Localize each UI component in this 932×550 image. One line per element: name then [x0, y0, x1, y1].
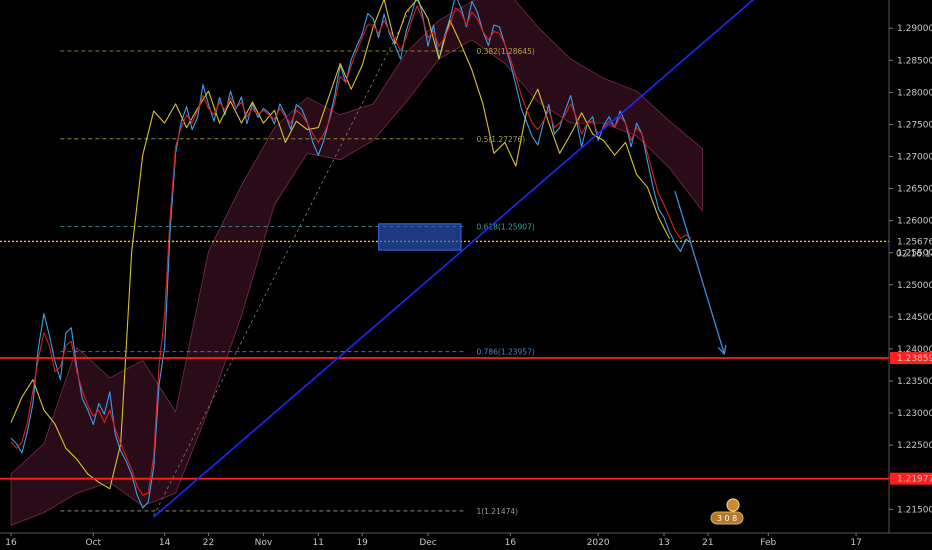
y-tick-label: 1.25000 [897, 281, 932, 291]
y-tick-label: 1.26500 [897, 185, 932, 195]
bitcoin-coins-icon [726, 498, 740, 512]
y-tick-label: 1.21500 [897, 505, 932, 515]
chart: 0.382(1.28645)0.5(1.27276)0.618(1.25907)… [0, 0, 932, 550]
current-price-label: 1.25676 [897, 237, 932, 247]
fib-level-label: 0.786(1.23957) [476, 348, 534, 357]
coin-count-label: 3 0 8 [717, 514, 737, 523]
level-price-label: 1.23859 [897, 354, 932, 364]
x-tick-label: 22 [203, 538, 214, 548]
x-tick-label: 19 [356, 538, 368, 548]
x-tick-label: Nov [255, 538, 273, 548]
y-tick-label: 1.27000 [897, 153, 932, 163]
level-price-label: 1.21977 [897, 475, 932, 485]
x-tick-label: 16 [505, 538, 517, 548]
y-tick-label: 1.23500 [897, 377, 932, 387]
y-tick-label: 1.28500 [897, 56, 932, 66]
x-tick-label: Oct [86, 538, 102, 548]
y-tick-label: 1.24500 [897, 313, 932, 323]
x-tick-label: 2020 [587, 538, 610, 548]
x-tick-label: Dec [419, 538, 436, 548]
highlight-zone[interactable] [378, 223, 462, 251]
y-tick-label: 1.29000 [897, 24, 932, 34]
x-tick-label: 14 [159, 538, 171, 548]
fib-level-label: 0.5(1.27276) [476, 135, 525, 144]
x-tick-label: Feb [760, 538, 776, 548]
x-tick-label: 17 [850, 538, 861, 548]
candle-countdown-label: 02:16:14 [896, 249, 932, 259]
fib-level-label: 1(1.21474) [476, 507, 518, 516]
y-tick-label: 1.28000 [897, 88, 932, 98]
y-tick-label: 1.23000 [897, 409, 932, 419]
y-tick-label: 1.22500 [897, 441, 932, 451]
x-tick-label: 21 [702, 538, 713, 548]
y-tick-label: 1.26000 [897, 217, 932, 227]
y-tick-label: 1.27500 [897, 120, 932, 130]
x-tick-label: 16 [5, 538, 17, 548]
x-tick-label: 11 [313, 538, 324, 548]
x-tick-label: 13 [658, 538, 669, 548]
